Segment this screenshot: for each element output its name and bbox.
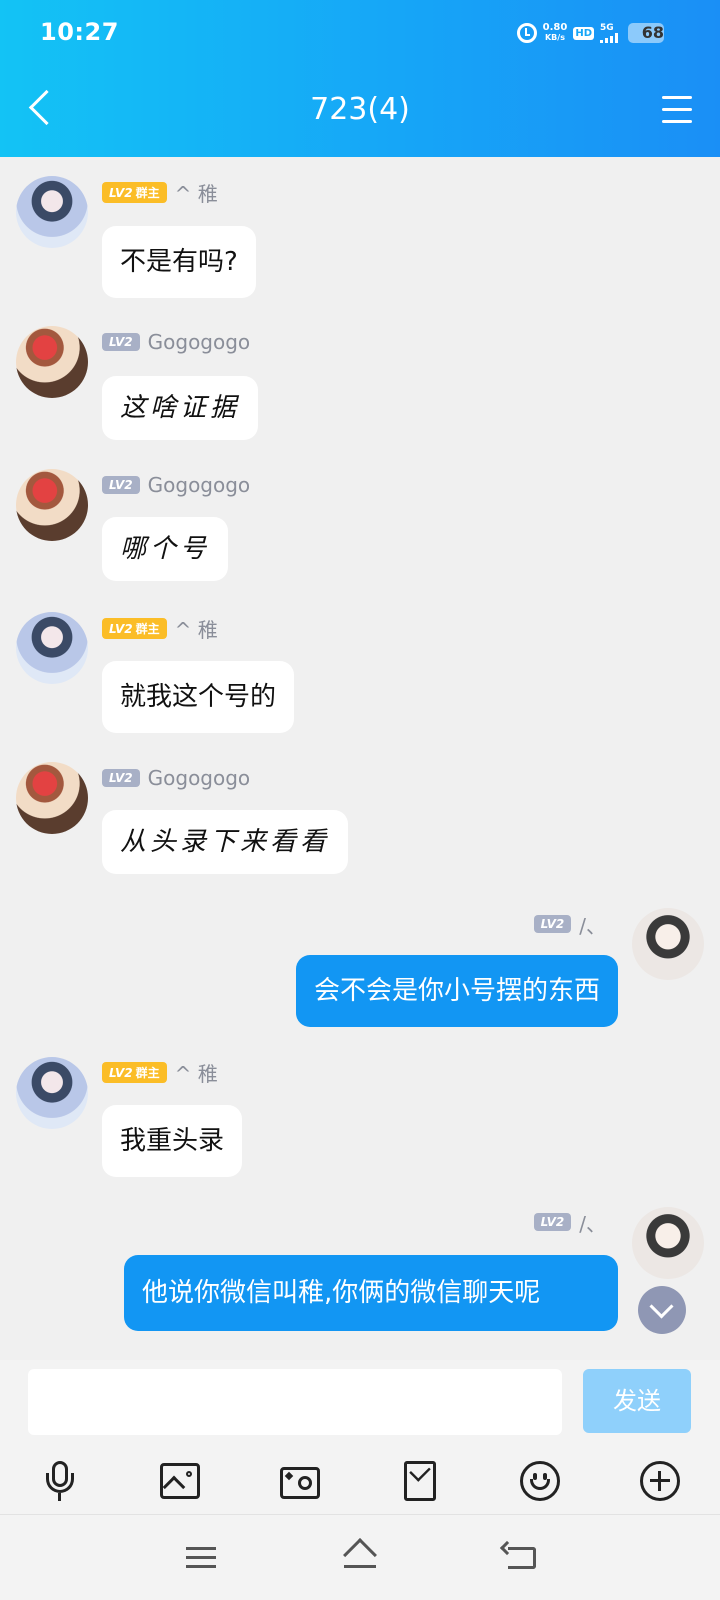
level-label: LV2 xyxy=(109,621,133,636)
message-bubble[interactable]: 哪个号 xyxy=(102,517,229,581)
chat-title: 723(4) xyxy=(310,92,410,127)
avatar[interactable] xyxy=(632,908,704,980)
sender-name[interactable]: ^ 稚 xyxy=(175,178,218,207)
avatar[interactable] xyxy=(632,1207,704,1279)
role-label: 群主 xyxy=(135,1065,160,1080)
message-bubble[interactable]: 从头录下来看看 xyxy=(102,810,349,874)
send-button[interactable]: 发送 xyxy=(583,1369,691,1433)
chat-header: 10:27 0.80 KB/s HD 5G 68 723(4) xyxy=(0,0,720,157)
message-bubble[interactable]: 会不会是你小号摆的东西 xyxy=(295,955,618,1027)
sender-name[interactable]: Gogogogo xyxy=(148,766,251,790)
message-list[interactable]: LV2 群主 ^ 稚 不是有吗? LV2 Gogogogo 这啥证据 LV2 Go… xyxy=(0,157,720,1360)
message-bubble[interactable]: 不是有吗? xyxy=(102,226,256,298)
status-icons: 0.80 KB/s HD 5G 68 xyxy=(516,20,664,46)
hd-icon: HD xyxy=(573,26,594,40)
sender-info: LV2 /、 xyxy=(533,910,606,939)
camera-icon[interactable] xyxy=(278,1459,322,1503)
message-bubble[interactable]: 我重头录 xyxy=(102,1105,243,1177)
image-icon[interactable] xyxy=(158,1459,202,1503)
role-label: 群主 xyxy=(135,621,160,636)
avatar[interactable] xyxy=(16,762,88,834)
role-label: 群主 xyxy=(135,185,160,200)
owner-badge: LV2 群主 xyxy=(102,617,167,639)
system-navigation-bar xyxy=(0,1514,720,1600)
sender-name[interactable]: ^ 稚 xyxy=(175,1058,218,1087)
status-time: 10:27 xyxy=(40,18,119,46)
input-toolbar xyxy=(0,1448,720,1514)
network-speed: 0.80 KB/s xyxy=(543,23,568,43)
sender-name[interactable]: ^ 稚 xyxy=(175,614,218,643)
sender-info: LV2 群主 ^ 稚 xyxy=(102,178,218,207)
avatar[interactable] xyxy=(16,176,88,248)
composer: 发送 xyxy=(0,1360,720,1448)
level-badge: LV2 xyxy=(102,769,140,787)
signal-icon: 5G xyxy=(600,22,618,43)
plus-icon[interactable] xyxy=(638,1459,682,1503)
message-bubble[interactable]: 这啥证据 xyxy=(102,376,259,440)
avatar[interactable] xyxy=(16,326,88,398)
message-input[interactable] xyxy=(28,1369,562,1435)
battery-level: 68 xyxy=(641,23,664,42)
microphone-icon[interactable] xyxy=(38,1459,82,1503)
sender-info: LV2 /、 xyxy=(533,1208,606,1237)
back-nav-icon[interactable] xyxy=(499,1539,540,1575)
owner-badge: LV2 群主 xyxy=(102,1061,167,1083)
signal-bars xyxy=(600,32,618,43)
avatar[interactable] xyxy=(16,1057,88,1129)
scroll-to-bottom-button[interactable] xyxy=(638,1286,686,1334)
battery-icon: 68 xyxy=(628,23,664,43)
sender-name[interactable]: Gogogogo xyxy=(148,330,251,354)
level-label: LV2 xyxy=(109,185,133,200)
message-bubble[interactable]: 他说你微信叫稚,你俩的微信聊天呢 xyxy=(124,1255,618,1331)
avatar[interactable] xyxy=(16,469,88,541)
level-badge: LV2 xyxy=(533,915,572,933)
avatar[interactable] xyxy=(16,612,88,684)
status-bar: 10:27 0.80 KB/s HD 5G 68 xyxy=(0,0,720,66)
sender-info: LV2 群主 ^ 稚 xyxy=(102,1058,218,1087)
sender-info: LV2 群主 ^ 稚 xyxy=(102,614,218,643)
sender-name[interactable]: /、 xyxy=(579,1208,606,1237)
level-badge: LV2 xyxy=(102,476,140,494)
level-badge: LV2 xyxy=(102,333,140,351)
home-icon[interactable] xyxy=(340,1538,380,1575)
owner-badge: LV2 群主 xyxy=(102,181,167,203)
sender-info: LV2 Gogogogo xyxy=(102,472,250,498)
recent-apps-icon[interactable] xyxy=(180,1539,220,1575)
menu-icon[interactable] xyxy=(662,96,694,124)
signal-label: 5G xyxy=(600,22,614,33)
sender-info: LV2 Gogogogo xyxy=(102,329,250,355)
level-badge: LV2 xyxy=(533,1213,572,1231)
sender-name[interactable]: Gogogogo xyxy=(148,473,251,497)
red-envelope-icon[interactable] xyxy=(398,1459,442,1503)
network-speed-unit: KB/s xyxy=(544,33,565,42)
message-bubble[interactable]: 就我这个号的 xyxy=(102,661,295,733)
emoji-icon[interactable] xyxy=(518,1459,562,1503)
alarm-icon xyxy=(516,23,537,43)
sender-name[interactable]: /、 xyxy=(579,910,606,939)
level-label: LV2 xyxy=(109,1065,133,1080)
network-speed-value: 0.80 xyxy=(542,22,568,33)
sender-info: LV2 Gogogogo xyxy=(102,765,250,791)
